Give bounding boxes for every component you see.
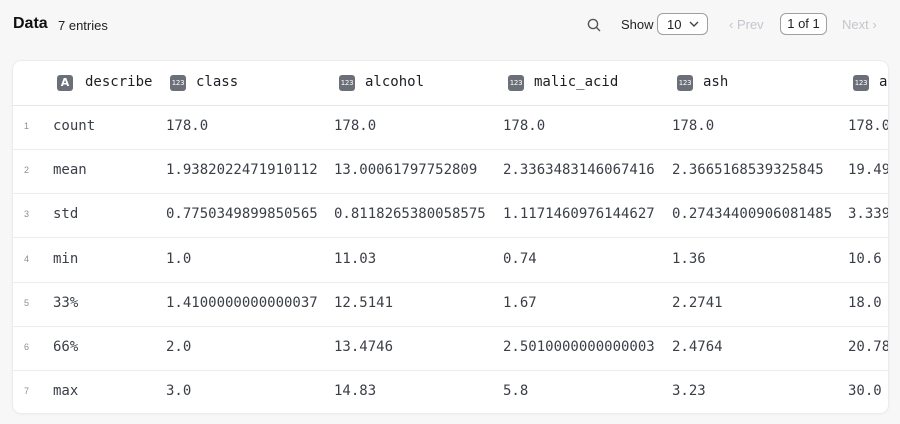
table-cell: 66% [53,339,79,355]
row-number: 2 [24,165,30,176]
table-cell: 0.7750349899850565 [166,206,318,223]
column-header-label: ash [703,74,729,90]
table-cell: 0.74 [503,250,537,267]
next-page-button[interactable]: Next › [842,17,877,32]
table-row: 4 min 1.0 11.03 0.74 1.36 10.6 [13,238,888,283]
chevron-down-icon [689,21,699,27]
table-cell: count [53,118,96,134]
table-cell: min [53,250,79,267]
page-title: Data [13,15,48,32]
table-cell: 1.36 [672,250,706,267]
page-size-select[interactable]: 10 [657,13,708,35]
table-row: 7 max 3.0 14.83 5.8 3.23 30.0 [13,370,888,413]
table-cell: 178.0 [503,118,546,134]
column-header-label: class [196,74,239,90]
table-cell: 3.339 [848,206,888,223]
column-header-label: describe [85,74,153,90]
page-size-value: 10 [667,17,682,32]
row-number: 1 [24,121,30,131]
number-type-icon: 123 [170,75,186,91]
number-type-icon: 123 [853,75,869,91]
table-row: 6 66% 2.0 13.4746 2.5010000000000003 2.4764 20… [13,326,888,371]
column-header-label: malic_acid [534,74,619,90]
table-cell: 3.23 [672,383,706,400]
row-number: 5 [24,297,30,308]
table-row: 5 33% 1.4100000000000037 12.5141 1.67 2.2741 1… [13,282,888,327]
table-cell: 5.8 [503,383,529,400]
table-header: A describe 123 class 123 alcohol 123 mal… [13,61,888,106]
page-indicator: 1 of 1 [780,13,827,35]
table-row: 2 mean 1.9382022471910112 13.00061797752809… [13,149,888,195]
number-type-icon: 123 [339,75,355,91]
toolbar: Data 7 entries Show 10 ‹ Prev 1 of 1 Nex… [0,0,900,50]
table-cell: 14.83 [334,383,377,400]
table-cell: 12.5141 [334,294,394,311]
table-cell: 2.0 [166,339,192,355]
table-cell: 1.9382022471910112 [166,162,318,179]
table-cell: std [53,206,79,223]
table-cell: 2.3665168539325845 [672,162,824,179]
table-cell: 30.0 [848,383,882,400]
table-cell: 1.0 [166,250,192,267]
text-type-icon: A [57,75,73,91]
column-header-label: alcalinity_of_ash [879,74,888,90]
table-cell: 178.0 [848,118,888,134]
table-cell: 178.0 [672,118,715,134]
table-cell: 2.2741 [672,294,723,311]
search-icon[interactable] [586,17,602,33]
data-table: A describe 123 class 123 alcohol 123 mal… [13,61,888,413]
table-cell: 20.78 [848,339,888,355]
table-cell: max [53,383,79,400]
table-cell: 2.4764 [672,339,723,355]
table-cell: 1.1171460976144627 [503,206,655,223]
row-number: 3 [24,209,30,220]
entries-count: 7 entries [58,18,108,33]
table-cell: 178.0 [334,118,377,134]
table-cell: 13.4746 [334,339,394,355]
prev-page-button[interactable]: ‹ Prev [729,17,764,32]
table-cell: 19.49 [848,162,888,179]
table-cell: 10.6 [848,250,882,267]
row-number: 7 [24,386,30,397]
table-cell: 13.00061797752809 [334,162,478,179]
table-cell: 11.03 [334,250,377,267]
table-cell: 2.3363483146067416 [503,162,655,179]
number-type-icon: 123 [508,75,524,91]
table-cell: 1.67 [503,294,537,311]
table-cell: 0.8118265380058575 [334,206,486,223]
table-cell: mean [53,162,87,179]
row-number: 6 [24,342,30,352]
table-cell: 1.4100000000000037 [166,294,318,311]
row-number: 4 [24,253,30,264]
table-cell: 2.5010000000000003 [503,339,655,355]
table-row: 1 count 178.0 178.0 178.0 178.0 178.0 [13,105,888,150]
table-cell: 18.0 [848,294,882,311]
table-row: 3 std 0.7750349899850565 0.8118265380058575… [13,193,888,239]
number-type-icon: 123 [677,75,693,91]
table-cell: 33% [53,294,79,311]
table-cell: 3.0 [166,383,192,400]
table-cell: 178.0 [166,118,209,134]
show-label: Show [621,17,654,32]
table-cell: 0.27434400906081485 [672,206,833,223]
column-header-label: alcohol [365,74,425,90]
